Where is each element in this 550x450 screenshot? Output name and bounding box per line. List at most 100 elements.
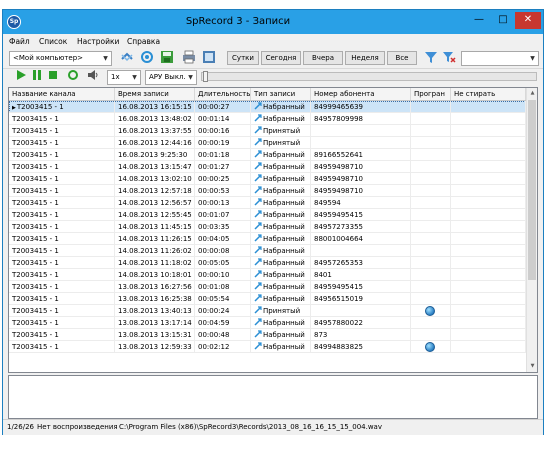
table-row[interactable]: T2003415 - 1 13.08.2013 13:40:13 00:00:24 П…: [9, 305, 526, 317]
call-type-text: Принятый: [263, 127, 301, 135]
table-row[interactable]: T2003415 - 1 14.08.2013 12:56:57 00:00:13 Н…: [9, 197, 526, 209]
table-row[interactable]: T2003415 - 1 13.08.2013 12:59:33 00:02:12 Н…: [9, 341, 526, 353]
column-header-keep[interactable]: Не стирать: [451, 88, 526, 100]
period-today-button[interactable]: Сегодня: [261, 51, 301, 65]
agc-select-value: АРУ Выкл.: [149, 73, 186, 81]
table-row[interactable]: T2003415 - 1 14.08.2013 12:55:45 00:01:07 Н…: [9, 209, 526, 221]
column-header-played[interactable]: Програн: [411, 88, 451, 100]
connect-icon[interactable]: [119, 50, 135, 66]
cell-played: [411, 329, 451, 341]
export-icon[interactable]: [201, 50, 217, 66]
playback-position-slider[interactable]: [201, 71, 537, 82]
cell-keep: [451, 329, 526, 341]
table-row[interactable]: T2003415 - 1 14.08.2013 11:26:15 00:04:05 Н…: [9, 233, 526, 245]
cell-channel: T2003415 - 1: [9, 293, 115, 305]
cell-keep: [451, 173, 526, 185]
call-type-text: Набранный: [263, 103, 305, 111]
outgoing-call-icon: [254, 330, 262, 338]
filter-icon[interactable]: [423, 50, 439, 66]
table-row[interactable]: T2003415 - 1 13.08.2013 16:27:56 00:01:08 Н…: [9, 281, 526, 293]
close-button[interactable]: ✕: [515, 12, 541, 29]
period-yesterday-button[interactable]: Вчера: [303, 51, 343, 65]
cell-type: Набранный: [251, 341, 311, 353]
table-row[interactable]: ▶T2003415 - 1 16.08.2013 16:15:15 00:00:27…: [9, 101, 526, 113]
menu-help[interactable]: Справка: [127, 37, 160, 46]
save-icon[interactable]: [159, 50, 175, 66]
pause-icon[interactable]: [29, 69, 45, 85]
table-row[interactable]: T2003415 - 1 14.08.2013 11:18:02 00:05:05 Н…: [9, 257, 526, 269]
status-record-count: 1/26/26: [7, 423, 34, 431]
menu-list[interactable]: Список: [39, 37, 67, 46]
cell-played: [411, 185, 451, 197]
clear-filter-icon[interactable]: [441, 50, 457, 66]
print-icon[interactable]: [181, 50, 197, 66]
maximize-button[interactable]: □: [491, 12, 515, 29]
cell-channel: T2003415 - 1: [9, 269, 115, 281]
cell-channel: T2003415 - 1: [9, 209, 115, 221]
column-header-number[interactable]: Номер абонента: [311, 88, 411, 100]
speaker-icon[interactable]: [85, 69, 101, 85]
table-row[interactable]: T2003415 - 1 13.08.2013 13:17:14 00:04:59 Н…: [9, 317, 526, 329]
table-row[interactable]: T2003415 - 1 14.08.2013 10:18:01 00:00:10 Н…: [9, 269, 526, 281]
refresh-icon[interactable]: [139, 50, 155, 66]
table-row[interactable]: T2003415 - 1 14.08.2013 11:45:15 00:03:35 Н…: [9, 221, 526, 233]
cell-type: Набранный: [251, 329, 311, 341]
table-row[interactable]: T2003415 - 1 16.08.2013 9:25:30 00:01:18 На…: [9, 149, 526, 161]
column-header-time[interactable]: Время записи: [115, 88, 195, 100]
cell-keep: [451, 137, 526, 149]
status-playback-state: Нет воспроизведения: [37, 423, 118, 431]
speed-select-value: 1x: [111, 73, 120, 81]
column-header-type[interactable]: Тип записи: [251, 88, 311, 100]
scrollbar-thumb[interactable]: [528, 100, 536, 280]
scroll-down-icon[interactable]: ▼: [527, 361, 537, 372]
speed-select[interactable]: 1x ▼: [107, 70, 141, 85]
period-week-button[interactable]: Неделя: [345, 51, 385, 65]
cell-duration: 00:02:12: [195, 341, 251, 353]
cell-type: Принятый: [251, 137, 311, 149]
cell-keep: [451, 293, 526, 305]
column-header-duration[interactable]: Длительность: [195, 88, 251, 100]
table-row[interactable]: T2003415 - 1 14.08.2013 11:26:02 00:00:08 Н…: [9, 245, 526, 257]
table-row[interactable]: T2003415 - 1 13.08.2013 13:15:31 00:00:48 Н…: [9, 329, 526, 341]
cell-time: 16.08.2013 12:44:16: [115, 137, 195, 149]
toolbar-main: <Мой компьютер> ▼ Сутки Сегодня Вчера Не…: [3, 50, 543, 67]
table-row[interactable]: T2003415 - 1 14.08.2013 13:15:47 00:01:27 Н…: [9, 161, 526, 173]
table-row[interactable]: T2003415 - 1 14.08.2013 13:02:10 00:00:25 Н…: [9, 173, 526, 185]
call-type-text: Набранный: [263, 343, 305, 351]
menu-file[interactable]: Файл: [9, 37, 30, 46]
computer-select[interactable]: <Мой компьютер> ▼: [9, 51, 112, 66]
column-header-channel[interactable]: Название канала: [9, 88, 115, 100]
menu-settings[interactable]: Настройки: [77, 37, 119, 46]
table-row[interactable]: T2003415 - 1 16.08.2013 12:44:16 00:00:19 П…: [9, 137, 526, 149]
outgoing-call-icon: [254, 258, 262, 266]
cell-keep: [451, 161, 526, 173]
vertical-scrollbar[interactable]: ▲ ▼: [526, 88, 537, 372]
loop-icon[interactable]: [65, 69, 81, 85]
cell-duration: 00:05:05: [195, 257, 251, 269]
title-bar[interactable]: Sp SpRecord 3 - Записи — □ ✕: [3, 10, 543, 34]
play-icon[interactable]: [13, 69, 29, 85]
cell-keep: [451, 245, 526, 257]
table-row[interactable]: T2003415 - 1 16.08.2013 13:48:02 00:01:14 Н…: [9, 113, 526, 125]
table-row[interactable]: T2003415 - 1 16.08.2013 13:37:55 00:00:16 П…: [9, 125, 526, 137]
cell-keep: [451, 209, 526, 221]
period-day-button[interactable]: Сутки: [227, 51, 259, 65]
period-all-button[interactable]: Все: [387, 51, 417, 65]
cell-time: 13.08.2013 13:15:31: [115, 329, 195, 341]
cell-channel: ▶T2003415 - 1: [9, 101, 115, 113]
table-row[interactable]: T2003415 - 1 14.08.2013 12:57:18 00:00:53 Н…: [9, 185, 526, 197]
cell-channel: T2003415 - 1: [9, 125, 115, 137]
outgoing-call-icon: [254, 114, 262, 122]
agc-select[interactable]: АРУ Выкл. ▼: [145, 70, 197, 85]
cell-channel: T2003415 - 1: [9, 161, 115, 173]
playback-slider-thumb[interactable]: [203, 71, 208, 82]
cell-type: Принятый: [251, 305, 311, 317]
cell-keep: [451, 317, 526, 329]
outgoing-call-icon: [254, 150, 262, 158]
scroll-up-icon[interactable]: ▲: [527, 88, 537, 99]
minimize-button[interactable]: —: [467, 12, 491, 29]
stop-icon[interactable]: [45, 69, 61, 85]
status-bar: 1/26/26 Нет воспроизведения C:\Program F…: [3, 419, 543, 435]
filter-select[interactable]: ▼: [461, 51, 539, 66]
table-row[interactable]: T2003415 - 1 13.08.2013 16:25:38 00:05:54 Н…: [9, 293, 526, 305]
